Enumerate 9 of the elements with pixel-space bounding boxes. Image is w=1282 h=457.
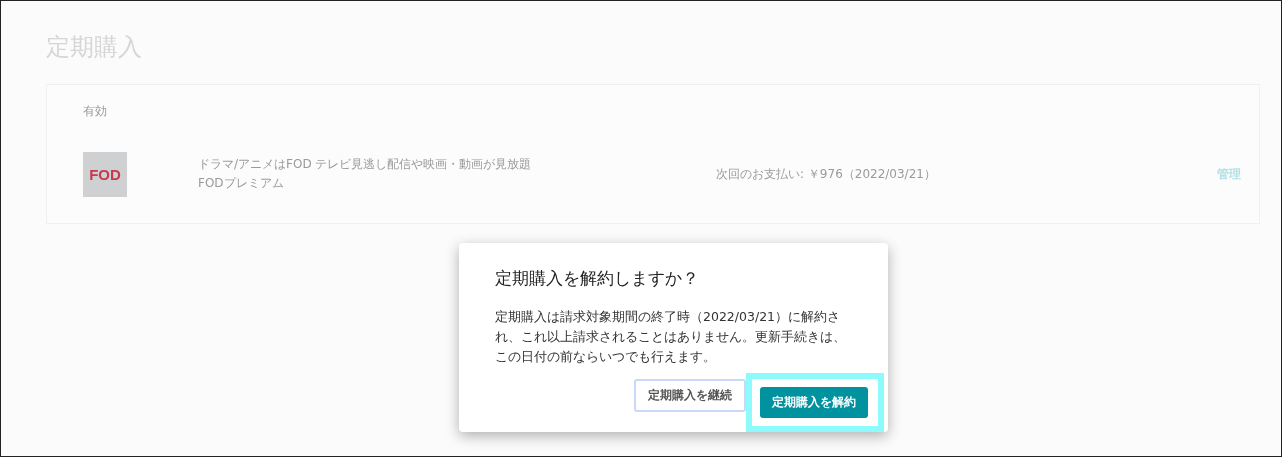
continue-subscription-button[interactable]: 定期購入を継続: [634, 379, 746, 412]
dialog-title: 定期購入を解約しますか？: [495, 267, 700, 290]
cancel-subscription-button[interactable]: 定期購入を解約: [760, 387, 868, 418]
logo-icon: FOD: [83, 151, 127, 197]
section-label: 有効: [83, 103, 108, 120]
product-name: FODプレミアム: [198, 175, 285, 192]
dialog-message: 定期購入は請求対象期間の終了時（2022/03/21）に解約され、これ以上請求されることはありません。更新手続きは、この日付の前ならいつでも行えます。: [495, 308, 847, 366]
payment-info: 次回のお支払い: ￥976（2022/03/21）: [716, 165, 937, 183]
product-description: ドラマ/アニメはFOD テレビ見逃し配信や映画・動画が見放題: [198, 156, 533, 173]
